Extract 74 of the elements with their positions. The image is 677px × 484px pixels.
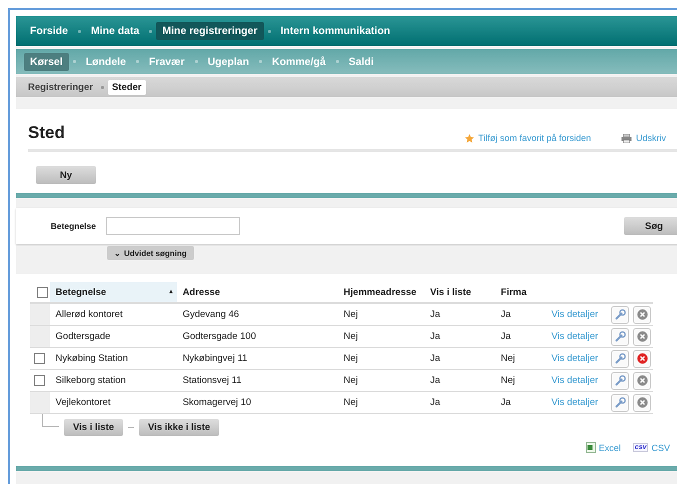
column-header[interactable]: Adresse [176, 282, 338, 303]
column-label: Betegnelse [56, 286, 106, 298]
row-checkbox[interactable] [34, 353, 46, 364]
table-cell: Godtersgade [56, 331, 110, 342]
table-cell: Allerød kontoret [56, 309, 123, 320]
sub-nav-tab[interactable]: Saldi [342, 52, 380, 70]
sub-nav-tab[interactable]: Løndele [80, 52, 132, 70]
search-label: Betegnelse [50, 221, 96, 231]
table-cell: Nej [344, 353, 358, 364]
table-cell: Godtersgade 100 [182, 331, 256, 342]
details-link[interactable]: Vis detaljer [551, 353, 598, 364]
column-header[interactable]: Firma [494, 282, 546, 303]
star-icon [465, 134, 474, 142]
table-cell: Ja [430, 309, 440, 320]
main-nav-tab[interactable]: Mine registreringer [156, 22, 264, 40]
export-link[interactable]: Excel [586, 442, 621, 453]
table-cell: Nej [344, 331, 358, 342]
table-cell: Nej [344, 309, 358, 320]
delete-button[interactable] [633, 328, 651, 346]
details-link[interactable]: Vis detaljer [551, 375, 598, 386]
sub-nav-tab[interactable]: Ugeplan [202, 52, 255, 70]
table-cell: Ja [430, 353, 440, 364]
main-nav-tab[interactable]: Mine data [84, 22, 146, 40]
table-cell: Ja [430, 397, 440, 408]
details-link[interactable]: Vis detaljer [551, 331, 598, 342]
breadcrumb-item[interactable]: Steder [108, 80, 146, 94]
main-nav-tab[interactable]: Intern kommunikation [274, 22, 396, 40]
advanced-search-button[interactable]: ⌄ Udvidet søgning [107, 246, 194, 260]
details-link[interactable]: Vis detaljer [551, 309, 598, 320]
table-cell: Silkeborg station [56, 375, 126, 386]
table-cell: Nej [500, 375, 516, 386]
favorite-link[interactable]: Tilføj som favorit på forsiden [465, 133, 591, 143]
edit-button[interactable] [611, 372, 629, 390]
spreadsheet-icon [586, 442, 596, 453]
printer-icon [620, 134, 632, 142]
breadcrumb-item[interactable]: Registreringer [24, 80, 97, 94]
table-cell: Nej [344, 397, 358, 408]
table-cell: Nej [344, 375, 358, 386]
print-link[interactable]: Udskriv [620, 133, 666, 143]
bulk-action-button[interactable]: Vis i liste [64, 419, 124, 436]
edit-button[interactable] [611, 394, 629, 412]
table-cell: Ja [500, 309, 511, 320]
page-title: Sted [28, 123, 66, 143]
table-cell: Ja [500, 331, 511, 342]
edit-button[interactable] [611, 306, 629, 324]
table-cell: Nej [500, 353, 516, 364]
table-cell: Ja [430, 375, 440, 386]
delete-button[interactable] [633, 394, 651, 412]
edit-button[interactable] [611, 350, 629, 368]
new-button[interactable]: Ny [36, 166, 96, 184]
table-cell: Nykøbing Station [56, 353, 128, 364]
search-button[interactable]: Søg [624, 217, 677, 235]
column-header[interactable]: Vis i liste [424, 282, 495, 303]
table-cell: Gydevang 46 [182, 309, 240, 320]
delete-button[interactable] [633, 350, 651, 368]
table-cell: Stationsvej 11 [182, 375, 242, 386]
select-all-checkbox[interactable] [37, 286, 48, 298]
bulk-action-button[interactable]: Vis ikke i liste [139, 419, 220, 436]
sub-nav-tab[interactable]: Kørsel [24, 52, 69, 70]
edit-button[interactable] [611, 328, 629, 346]
column-header[interactable]: Hjemmeadresse [338, 282, 424, 303]
table-cell: Skomagervej 10 [182, 397, 252, 408]
table-cell: Vejlekontoret [56, 397, 110, 408]
search-field[interactable] [106, 217, 240, 235]
table-cell: Ja [500, 397, 511, 408]
sub-nav-tab[interactable]: Fravær [142, 52, 191, 70]
sub-nav-tab[interactable]: Komme/gå [266, 52, 332, 70]
table-cell: Nykøbingvej 11 [182, 353, 248, 364]
table-cell: Ja [430, 331, 440, 342]
delete-button[interactable] [633, 306, 651, 324]
details-link[interactable]: Vis detaljer [551, 397, 598, 408]
main-nav-tab[interactable]: Forside [24, 22, 74, 40]
row-checkbox[interactable] [34, 375, 46, 386]
delete-button[interactable] [633, 372, 651, 390]
